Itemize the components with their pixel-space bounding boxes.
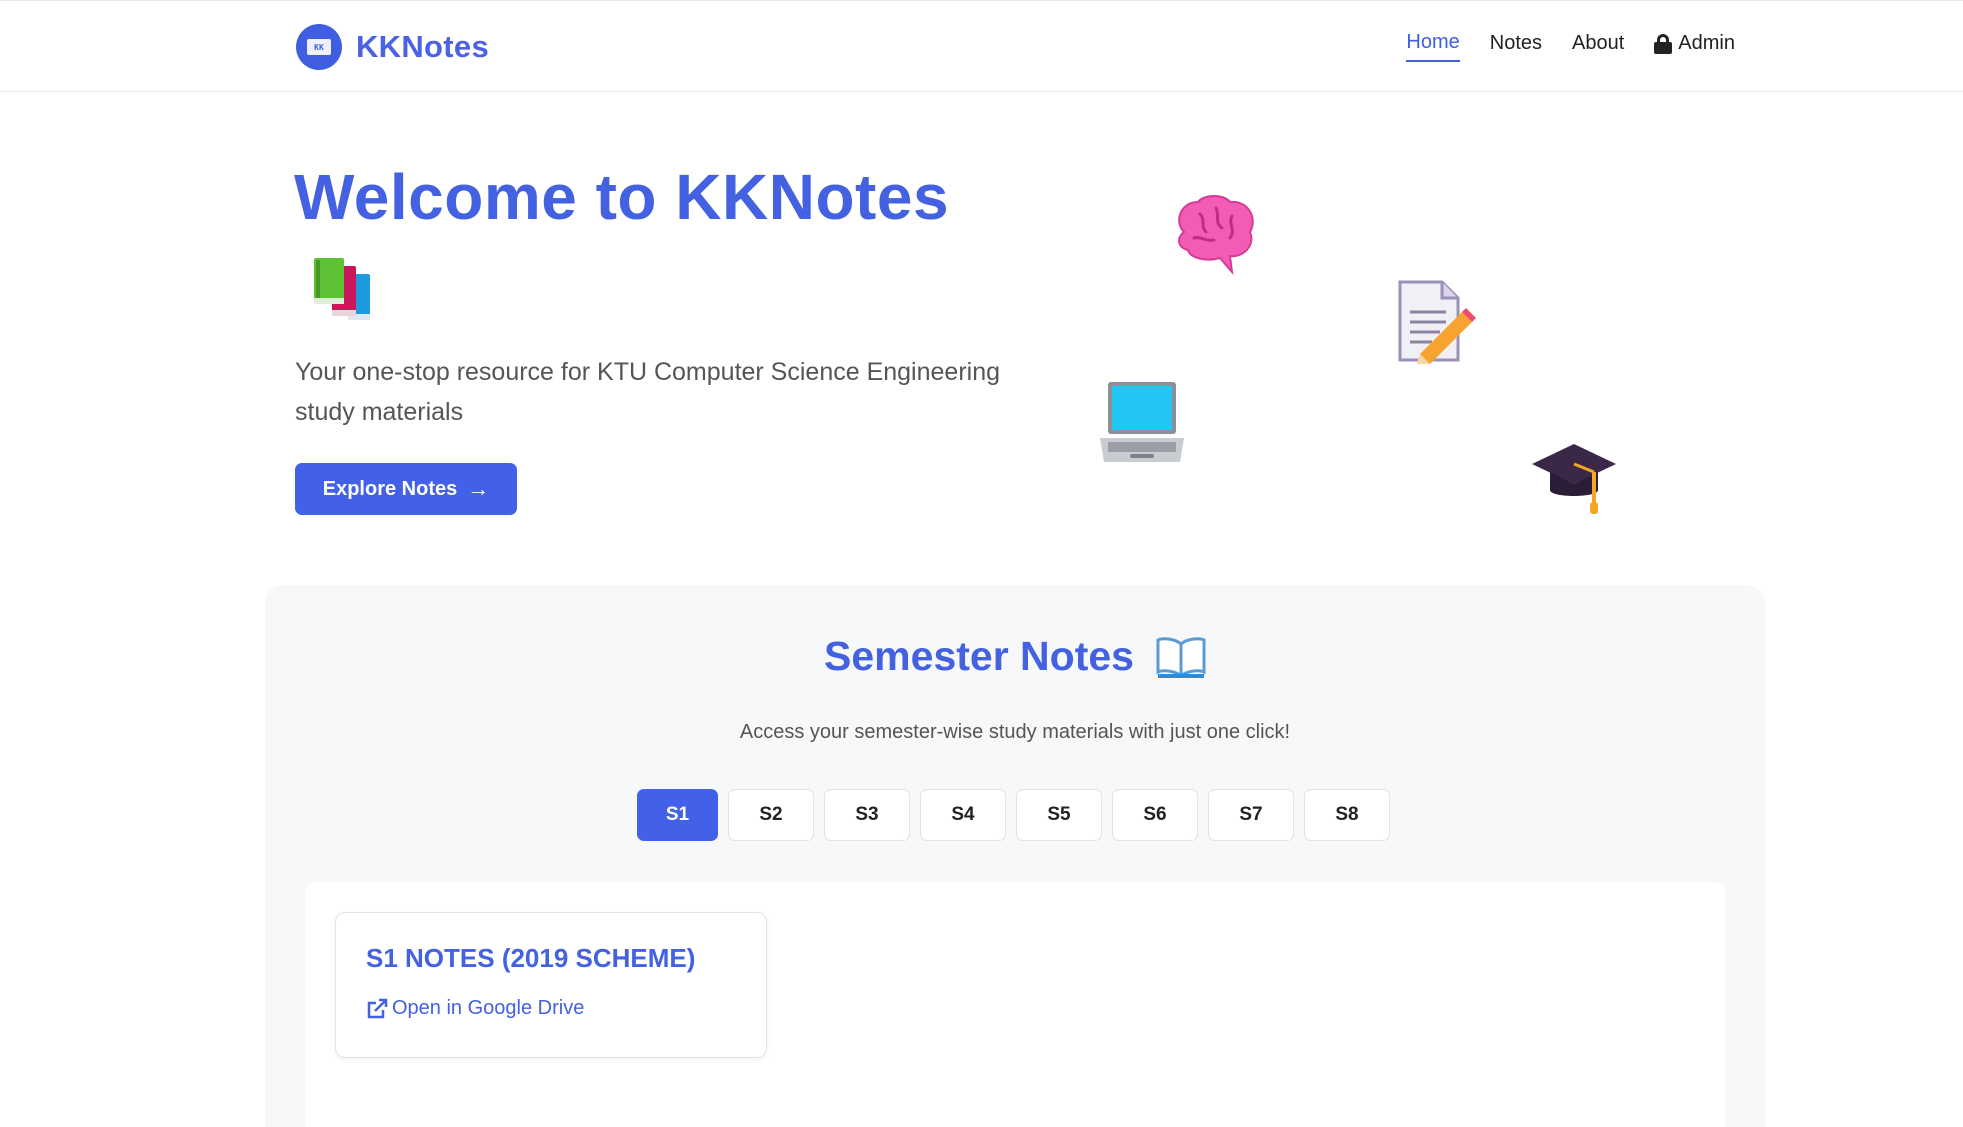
tab-s1[interactable]: S1 xyxy=(637,789,718,841)
hero-title: Welcome to KKNotes xyxy=(294,161,950,233)
tab-s7[interactable]: S7 xyxy=(1208,789,1294,841)
semester-title-row: Semester Notes xyxy=(265,633,1765,680)
navbar: KK KKNotes Home Notes About Admin xyxy=(0,0,1963,92)
tab-s8[interactable]: S8 xyxy=(1304,789,1390,841)
notes-panel: S1 NOTES (2019 SCHEME) Open in Google Dr… xyxy=(305,882,1725,1127)
lock-icon xyxy=(1654,33,1673,54)
nav-home[interactable]: Home xyxy=(1406,31,1460,62)
nav-about[interactable]: About xyxy=(1572,32,1624,61)
nav-notes[interactable]: Notes xyxy=(1490,32,1542,61)
explore-notes-label: Explore Notes xyxy=(322,477,458,500)
open-book-icon xyxy=(1156,636,1206,678)
open-drive-label: Open in Google Drive xyxy=(392,997,585,1019)
brand-logo-text: KK xyxy=(307,39,331,55)
nav-admin-label: Admin xyxy=(1678,32,1735,54)
arrow-right-icon: → xyxy=(467,476,490,501)
brand-logo-icon: KK xyxy=(296,24,342,70)
nav-admin[interactable]: Admin xyxy=(1654,32,1735,61)
laptop-icon xyxy=(1100,382,1184,462)
semester-description: Access your semester-wise study material… xyxy=(739,721,1291,743)
tab-s2[interactable]: S2 xyxy=(728,789,814,841)
semester-section: Semester Notes Access your semester-wise… xyxy=(265,585,1765,1127)
tab-s5[interactable]: S5 xyxy=(1016,789,1102,841)
memo-pencil-icon xyxy=(1398,280,1476,364)
open-drive-link[interactable]: Open in Google Drive xyxy=(366,997,584,1020)
explore-notes-button[interactable]: Explore Notes → xyxy=(295,463,517,515)
note-card[interactable]: S1 NOTES (2019 SCHEME) Open in Google Dr… xyxy=(335,912,767,1058)
semester-title: Semester Notes xyxy=(824,633,1134,679)
brand[interactable]: KK KKNotes xyxy=(296,24,489,70)
brain-icon xyxy=(1178,195,1254,276)
note-card-title: S1 NOTES (2019 SCHEME) xyxy=(366,943,696,973)
semester-tabs: S1 S2 S3 S4 S5 S6 S7 S8 xyxy=(637,789,1390,841)
external-link-icon xyxy=(367,998,388,1018)
graduation-cap-icon xyxy=(1532,444,1616,514)
hero-subtitle: Your one-stop resource for KTU Computer … xyxy=(295,358,1001,426)
brand-name: KKNotes xyxy=(356,29,490,64)
tab-s4[interactable]: S4 xyxy=(920,789,1006,841)
tab-s6[interactable]: S6 xyxy=(1112,789,1198,841)
tab-s3[interactable]: S3 xyxy=(824,789,910,841)
books-icon xyxy=(314,258,370,320)
nav-links: Home Notes About Admin xyxy=(1406,31,1735,62)
